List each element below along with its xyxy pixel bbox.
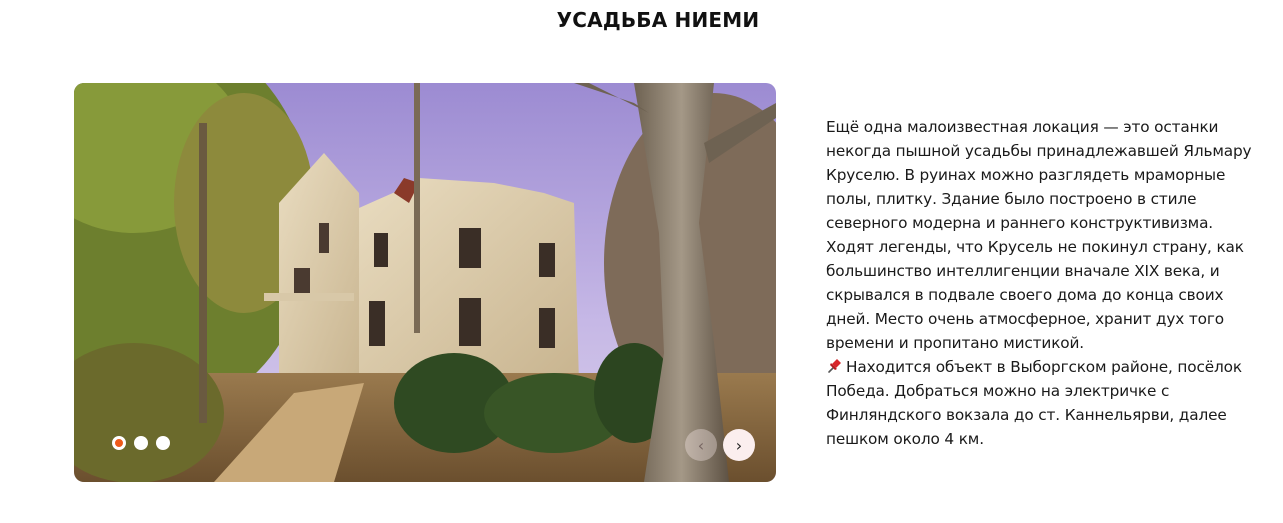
directions-paragraph: Находится объект в Выборгском районе, по…: [826, 355, 1256, 451]
chevron-right-icon: ›: [735, 435, 743, 455]
page: УСАДЬБА НИЕМИ ‹ › Ещё одна малоизвестная…: [0, 0, 1283, 523]
page-title: УСАДЬБА НИЕМИ: [556, 8, 760, 32]
next-slide-button[interactable]: ›: [723, 429, 755, 461]
chevron-left-icon: ‹: [697, 435, 705, 455]
prev-slide-button[interactable]: ‹: [685, 429, 717, 461]
pushpin-icon: [828, 359, 841, 373]
location-description: Ещё одна малоизвестная локация — это ост…: [826, 115, 1256, 451]
slider-dot-2[interactable]: [134, 436, 148, 450]
slider-dot-1[interactable]: [112, 436, 126, 450]
slider-dot-3[interactable]: [156, 436, 170, 450]
image-slider[interactable]: ‹ ›: [74, 83, 776, 482]
slide-image: [74, 83, 776, 482]
description-paragraph: Ещё одна малоизвестная локация — это ост…: [826, 118, 1252, 352]
slider-dots: [112, 436, 170, 450]
directions-text: Находится объект в Выборгском районе, по…: [826, 358, 1242, 448]
